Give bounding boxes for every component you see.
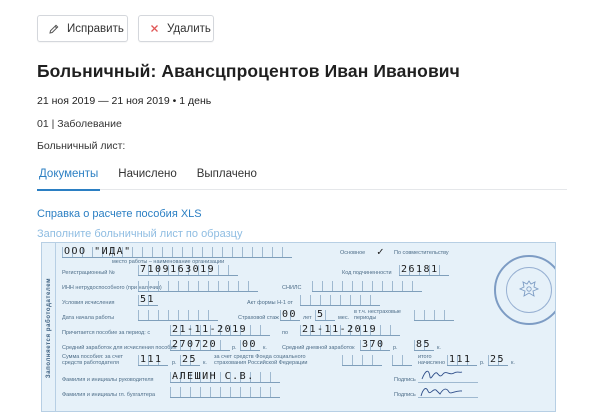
daily-earnings-rub: 370 [362,339,385,350]
conditions-code: 51 [140,294,156,305]
subordination-code: 26181 [401,264,439,275]
non-insurance-cells [414,310,454,321]
months-unit: мес. [338,315,350,321]
delete-button-label: Удалить [167,22,211,35]
start-date-label: Дата начала работы [62,315,115,321]
reg-number: 7109163019 [140,264,216,275]
conditions-label: Условия исчисления [62,300,115,306]
snils-label: СНИЛС [282,285,302,291]
toolbar: Исправить Удалить [37,15,214,42]
daily-earnings-label: Средний дневной заработок [282,345,355,351]
daily-kop-unit: к. [437,345,441,351]
inn-cells [138,281,258,292]
start-date-cells [138,310,218,321]
non-insurance-label: в т.ч. нестраховые периоды [354,309,401,321]
head-name: АЛЕШИН С.В. [172,371,255,382]
period-from: 21-11-2019 [172,324,248,335]
avg-earnings-label: Средний заработок для исчисления пособия [62,345,177,351]
accountant-cells [170,387,280,398]
total-kop-unit: к. [511,360,515,366]
period-to-label: по [282,330,289,336]
form-side-title: Заполняется работодателем [42,243,56,411]
head-sign-label: Подпись [394,377,416,383]
employer-amount-label: Сумма пособия: за счет средств работодат… [62,354,124,366]
period-to: 21-11-2019 [302,324,378,335]
employer-amount-kop: 25 [182,354,198,365]
years-unit: лет [303,315,312,321]
act-n1-label: Акт формы Н-1 от [247,300,293,306]
tab-documents[interactable]: Документы [37,166,101,191]
part-time-label: По совместительству [394,250,449,256]
head-signature-icon [421,370,463,380]
employer-name: ООО "ИДА" [64,246,132,257]
period-label: Причитается пособие за период: с [62,330,151,336]
insurance-label: Страховой стаж [238,315,279,321]
sick-sheet-label: Больничный лист: [37,140,126,152]
avg-rub-unit: р. [232,345,237,351]
reg-number-label: Регистрационный № [62,270,115,276]
total-amount-rub: 111 [449,354,472,365]
page-title: Больничный: Авансцпроцентов Иван Иванови… [37,61,460,81]
edit-button[interactable]: Исправить [37,15,128,42]
employer-amount-rub: 111 [140,354,163,365]
delete-button[interactable]: Удалить [138,15,214,42]
total-rub-unit: р. [480,360,485,366]
sick-leave-form-image: Заполняется работодателем ООО "ИДА" мест… [41,242,556,412]
fill-sample-link[interactable]: Заполните больничный лист по образцу [37,228,242,240]
pencil-icon [49,24,59,34]
fss-kop-cells [392,355,412,366]
accountant-label: Фамилия и инициалы гл. бухгалтера [62,392,156,398]
subordination-label: Код подчиненности [342,270,392,276]
snils-cells [312,281,422,292]
diagnosis-code: 01 | Заболевание [37,118,122,130]
daily-earnings-kop: 85 [416,339,432,350]
daily-rub-unit: р. [393,345,398,351]
avg-kop-unit: к. [263,345,267,351]
total-amount-kop: 25 [490,354,506,365]
check-mark: ✓ [377,245,386,258]
insurance-years: 00 [282,309,298,320]
stamp-icon [494,255,555,325]
accountant-signature-icon [420,388,463,397]
emp-rub-unit: р. [172,360,177,366]
avg-earnings-rub: 270720 [172,339,218,350]
avg-earnings-kop: 00 [242,339,258,350]
head-name-label: Фамилия и инициалы руководителя [62,377,154,383]
tab-bar: Документы Начислено Выплачено [37,166,567,191]
fss-rub-cells [342,355,382,366]
accountant-sign-label: Подпись [394,392,416,398]
emp-kop-unit: к. [203,360,207,366]
close-icon [150,24,159,33]
insurance-months: 5 [317,309,325,320]
edit-button-label: Исправить [67,22,124,35]
sick-leave-dates: 21 ноя 2019 — 21 ноя 2019 • 1 день [37,95,212,107]
fss-amount-label: за счет средств Фонда социального страхо… [214,354,308,366]
tab-accrued[interactable]: Начислено [116,166,178,190]
report-xls-link[interactable]: Справка о расчете пособия XLS [37,208,202,220]
tab-paid[interactable]: Выплачено [195,166,259,190]
total-label: итого начислено [418,354,446,366]
main-job-label: Основное [340,250,366,256]
act-n1-cells [300,295,380,306]
